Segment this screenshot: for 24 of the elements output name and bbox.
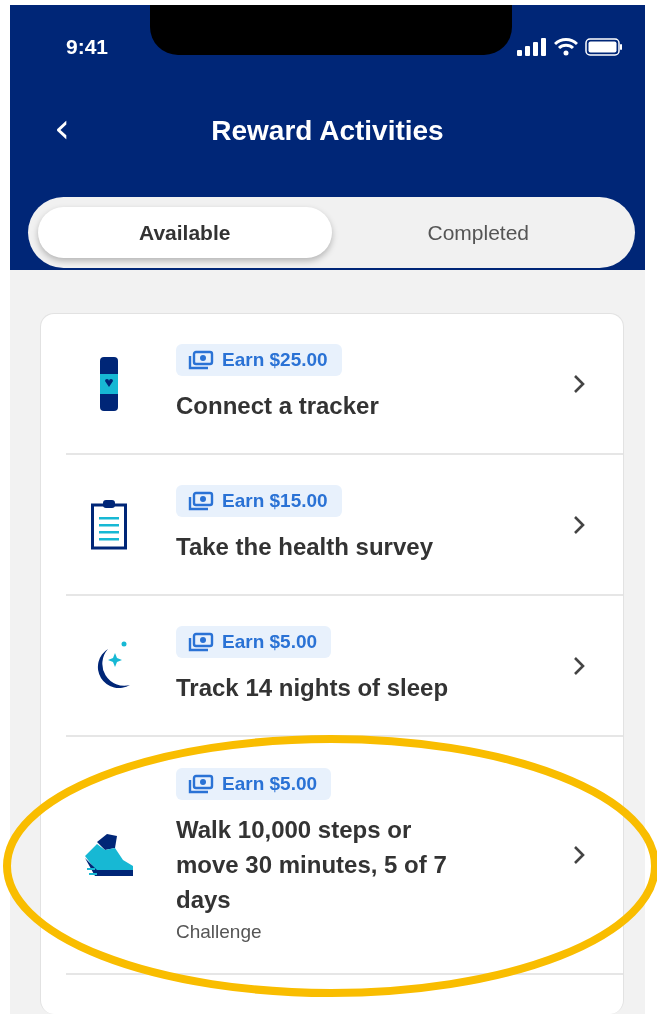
clipboard-icon <box>90 499 127 550</box>
reward-amount: Earn $25.00 <box>222 349 328 371</box>
status-time: 9:41 <box>66 35 109 59</box>
money-icon <box>188 773 214 794</box>
fitness-band-icon <box>99 356 118 411</box>
battery-icon <box>585 38 623 56</box>
wifi-icon <box>554 38 578 56</box>
tab[interactable]: Completed <box>331 207 625 258</box>
money-icon <box>188 350 214 370</box>
reward-amount: Earn $5.00 <box>222 772 318 795</box>
tab[interactable]: Available <box>38 207 332 258</box>
page-title: Reward Activities <box>211 115 444 147</box>
activity-type: Challenge <box>176 920 262 943</box>
sneaker-icon <box>82 832 135 878</box>
money-icon <box>188 491 214 511</box>
signal-icon <box>517 38 547 56</box>
back-button[interactable]: ‹ <box>46 108 78 148</box>
activity-title: Walk 10,000 steps or move 30 minutes, 5 of 7 days <box>176 814 448 915</box>
activity-title: Track 14 nights of sleep <box>176 673 449 703</box>
reward-amount: Earn $15.00 <box>222 490 328 512</box>
money-icon <box>188 632 214 652</box>
reward-amount: Earn $5.00 <box>222 631 318 653</box>
activity-title: Take the health survey <box>176 532 433 562</box>
activity-title: Connect a tracker <box>176 391 379 421</box>
